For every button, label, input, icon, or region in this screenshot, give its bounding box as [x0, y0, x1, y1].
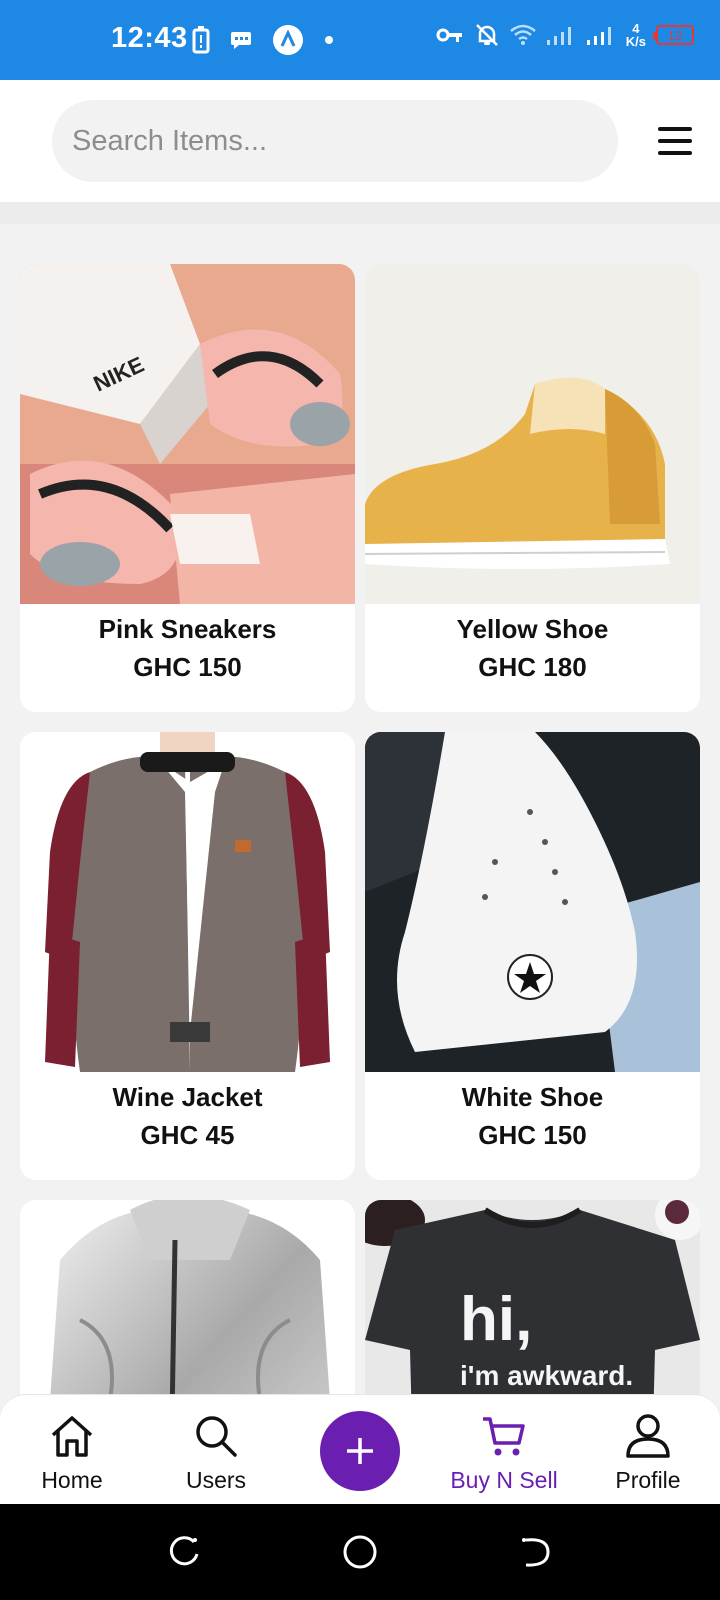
network-speed: 4 K/s [626, 22, 646, 48]
nav-profile[interactable]: Profile [588, 1395, 708, 1505]
product-price: GHC 180 [478, 652, 587, 682]
status-time: 12:43 [111, 22, 188, 54]
mute-bell-icon [475, 24, 498, 46]
battery-icon: 12 [653, 25, 694, 45]
bottom-nav: Home Users Buy N Sell Profile [0, 1394, 720, 1504]
add-item-button[interactable] [320, 1411, 400, 1491]
app-notification-icon [273, 25, 303, 55]
system-nav-bar [0, 1504, 720, 1600]
product-price: GHC 45 [140, 1120, 235, 1150]
product-name: Yellow Shoe [456, 614, 609, 644]
back-icon[interactable] [516, 1532, 556, 1572]
profile-icon [626, 1414, 670, 1458]
product-card[interactable]: Wine Jacket GHC 45 [20, 732, 355, 1180]
nav-home[interactable]: Home [12, 1395, 132, 1505]
plus-icon [347, 1438, 373, 1464]
header-divider [0, 202, 720, 224]
nav-buy-n-sell-label: Buy N Sell [450, 1467, 558, 1493]
signal-1-icon [546, 27, 571, 45]
product-name: Pink Sneakers [98, 614, 277, 644]
dot-icon [325, 36, 333, 44]
product-card[interactable]: Yellow Shoe GHC 180 [365, 264, 700, 712]
network-speed-unit: K/s [625, 34, 646, 49]
signal-2-icon [586, 27, 611, 45]
pink-sneakers-photo: NIKE [20, 264, 355, 604]
nav-buy-n-sell[interactable]: Buy N Sell [444, 1395, 564, 1505]
white-shoe-photo [365, 732, 700, 1072]
vpn-key-icon [436, 28, 462, 42]
header [0, 80, 720, 202]
search-input[interactable] [52, 100, 618, 182]
nav-users[interactable]: Users [156, 1395, 276, 1505]
nav-profile-label: Profile [615, 1467, 681, 1493]
home-circle-icon[interactable] [340, 1532, 380, 1572]
wifi-icon [509, 24, 536, 45]
wine-jacket-photo [20, 732, 355, 1072]
battery-saver-icon [192, 26, 210, 54]
nav-users-label: Users [185, 1467, 247, 1493]
tshirt-print-line1: hi, [460, 1285, 532, 1354]
status-left-icons [192, 24, 334, 56]
product-card[interactable]: NIKE Pink Sneakers GHC 150 [20, 264, 355, 712]
product-price: GHC 150 [478, 1120, 587, 1150]
recent-apps-icon[interactable] [164, 1532, 204, 1572]
tshirt-print-line2: i'm awkward. [460, 1360, 633, 1391]
search-icon [196, 1416, 237, 1457]
yellow-shoe-photo [365, 264, 700, 604]
nav-home-label: Home [41, 1467, 103, 1493]
product-name: White Shoe [461, 1082, 604, 1112]
hamburger-menu-icon[interactable] [658, 127, 692, 155]
status-bar: 12:43 4 K/s 12 [0, 0, 720, 80]
product-price: GHC 150 [133, 652, 242, 682]
product-card[interactable]: White Shoe GHC 150 [365, 732, 700, 1180]
home-icon [51, 1416, 93, 1457]
message-icon [231, 32, 251, 49]
status-right-icons: 4 K/s 12 [436, 22, 694, 48]
battery-level: 12 [667, 27, 683, 43]
cart-icon [483, 1417, 525, 1456]
product-name: Wine Jacket [112, 1082, 263, 1112]
